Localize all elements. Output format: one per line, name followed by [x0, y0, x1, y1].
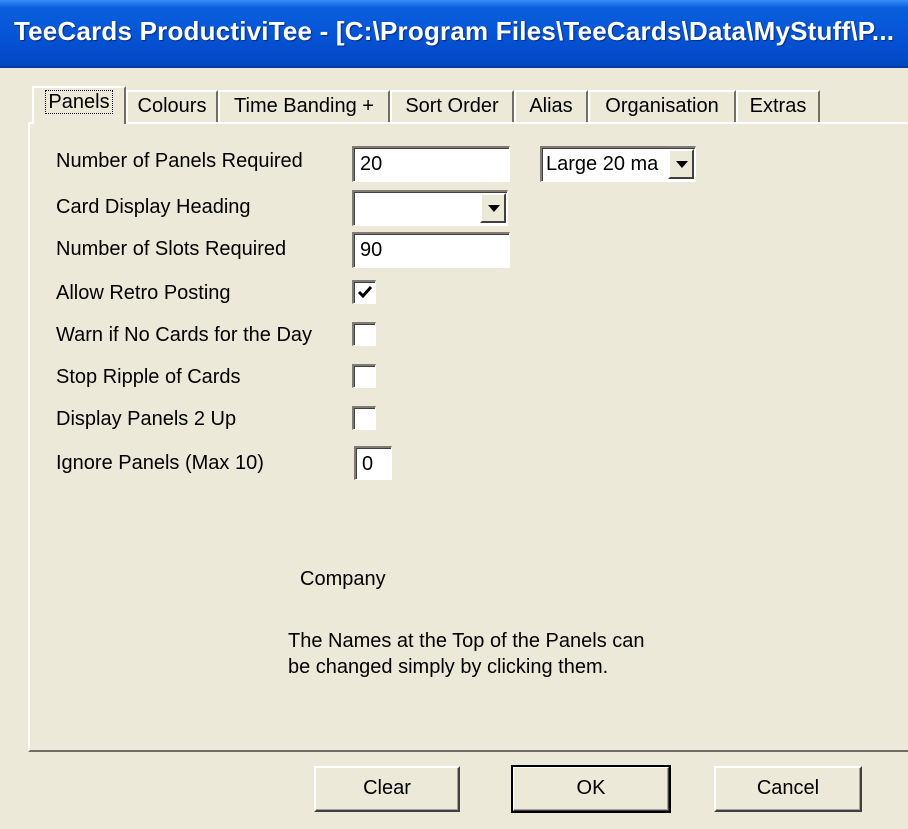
warn-no-cards-label: Warn if No Cards for the Day	[56, 324, 313, 346]
panel-size-select[interactable]: Large 20 ma	[540, 146, 696, 182]
card-heading-dropdown-button[interactable]	[480, 193, 506, 223]
company-label: Company	[300, 568, 386, 590]
tab-time-banding[interactable]: Time Banding +	[218, 90, 390, 122]
tab-organisation[interactable]: Organisation	[588, 90, 736, 122]
num-panels-input[interactable]: 20	[352, 146, 510, 182]
tab-panels-label: Panels	[45, 90, 113, 114]
hint-line-1: The Names at the Top of the Panels can	[288, 630, 645, 652]
checkmark-icon	[357, 286, 373, 299]
tab-alias[interactable]: Alias	[514, 90, 588, 122]
stop-ripple-checkbox[interactable]	[352, 364, 376, 388]
hint-line-2: be changed simply by clicking them.	[288, 656, 609, 678]
window-title: TeeCards ProductiviTee - [C:\Program Fil…	[14, 16, 895, 46]
num-slots-label: Number of Slots Required	[56, 238, 287, 260]
display-2up-label: Display Panels 2 Up	[56, 408, 237, 430]
card-heading-label: Card Display Heading	[56, 196, 251, 218]
tab-extras[interactable]: Extras	[736, 90, 820, 122]
display-2up-checkbox[interactable]	[352, 406, 376, 430]
warn-no-cards-checkbox[interactable]	[352, 322, 376, 346]
stop-ripple-label: Stop Ripple of Cards	[56, 366, 241, 388]
allow-retro-checkbox[interactable]	[352, 280, 376, 304]
ok-button[interactable]: OK	[511, 765, 671, 813]
tab-colours[interactable]: Colours	[126, 90, 218, 122]
clear-button[interactable]: Clear	[314, 766, 460, 812]
panel-size-dropdown-button[interactable]	[668, 149, 694, 179]
num-slots-input[interactable]: 90	[352, 232, 510, 268]
tab-sort-order[interactable]: Sort Order	[390, 90, 514, 122]
panel-size-value: Large 20 ma	[546, 153, 659, 175]
allow-retro-label: Allow Retro Posting	[56, 282, 231, 304]
ignore-panels-label: Ignore Panels (Max 10)	[56, 452, 264, 474]
cancel-button[interactable]: Cancel	[714, 766, 862, 812]
card-heading-select[interactable]	[352, 190, 508, 226]
title-bar: TeeCards ProductiviTee - [C:\Program Fil…	[0, 0, 908, 68]
num-panels-label: Number of Panels Required	[56, 150, 303, 172]
ignore-panels-input[interactable]: 0	[354, 446, 392, 480]
tab-panels[interactable]: Panels	[32, 86, 126, 124]
